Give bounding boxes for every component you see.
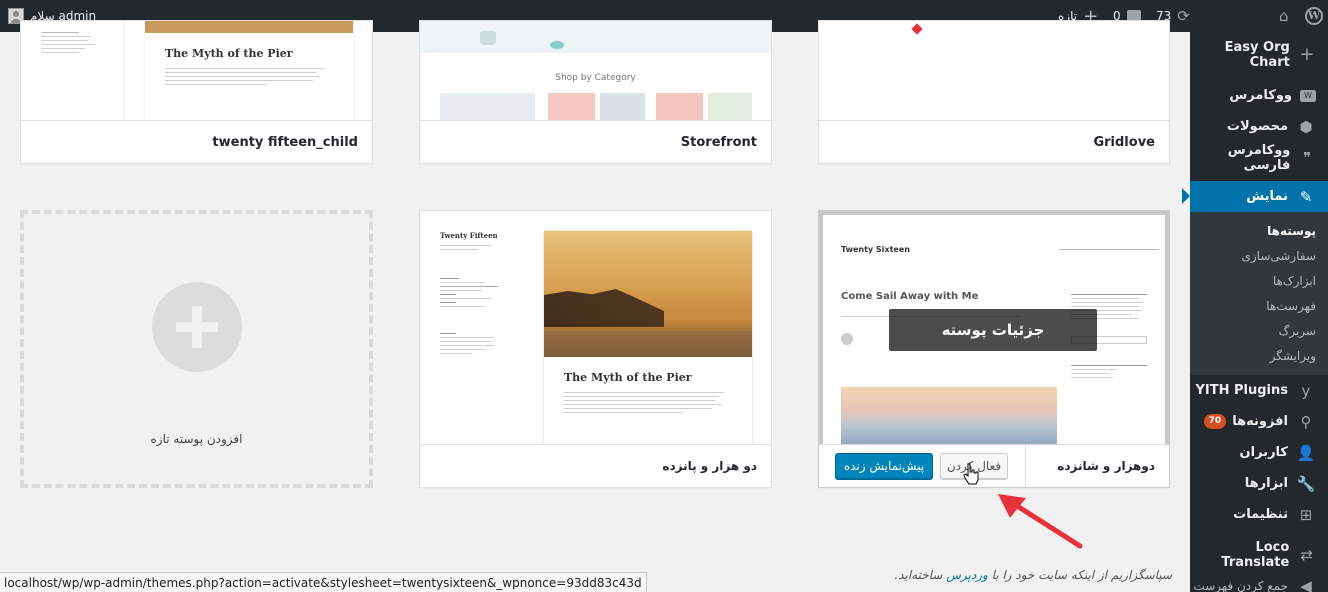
footer-prefix: سپاسگزاریم از اینکه سایت خود را با xyxy=(991,568,1172,582)
menu-easy-org-chart[interactable]: + Easy Org Chart xyxy=(1190,39,1328,70)
mini-post-title: The Myth of the Pier xyxy=(564,371,692,384)
add-new-label: افزودن پوسته تازه xyxy=(150,432,243,446)
menu-label: افزونه‌ها xyxy=(1232,414,1288,429)
woo-icon: W xyxy=(1300,89,1316,102)
home-icon: ⌂ xyxy=(1279,7,1289,25)
submenu-menus[interactable]: فهرست‌ها xyxy=(1190,293,1328,318)
admin-menu: + Easy Org Chart W ووکامرس ⬢ محصولات ❞ و… xyxy=(1182,32,1328,592)
theme-card-gridlove[interactable]: Gridlove xyxy=(818,20,1170,164)
menu-label: جمع کردن فهرست xyxy=(1193,578,1288,592)
menu-label: YITH Plugins xyxy=(1195,383,1288,398)
footer-thanks: سپاسگزاریم از اینکه سایت خود را با وردپر… xyxy=(894,568,1172,582)
menu-appearance[interactable]: ✎ نمایش xyxy=(1182,181,1328,212)
refresh-icon: ⟳ xyxy=(1177,7,1190,25)
submenu-customize[interactable]: سفارشی‌سازی xyxy=(1190,243,1328,268)
menu-woocommerce[interactable]: W ووکامرس xyxy=(1190,80,1328,111)
collapse-icon: ◀ xyxy=(1300,576,1312,592)
theme-name-bar: Storefront xyxy=(420,120,771,163)
submenu-header[interactable]: سربرگ xyxy=(1190,318,1328,343)
menu-loco-translate[interactable]: ⇄ Loco Translate xyxy=(1190,539,1328,570)
box-icon: ⬢ xyxy=(1299,117,1313,136)
settings-icon: ⊞ xyxy=(1299,505,1313,524)
sunset-image xyxy=(841,387,1057,445)
quote-icon: ❞ xyxy=(1303,148,1312,167)
user-icon: 👤 xyxy=(1296,443,1316,462)
wordpress-link[interactable]: وردپرس xyxy=(946,568,988,582)
submenu-themes[interactable]: پوسته‌ها xyxy=(1190,218,1328,243)
plugin-update-badge: 70 xyxy=(1203,414,1227,429)
menu-users[interactable]: 👤 کاربران xyxy=(1190,437,1328,468)
mini-site-title: Twenty Sixteen xyxy=(841,245,910,254)
menu-label: ابزارها xyxy=(1244,476,1288,491)
current-indicator xyxy=(1182,188,1190,204)
theme-screenshot xyxy=(819,21,1169,121)
submenu-widgets[interactable]: ابزارک‌ها xyxy=(1190,268,1328,293)
theme-name-bar: دو هزار و پانزده xyxy=(420,444,771,487)
mini-post-title: Come Sail Away with Me xyxy=(841,291,979,302)
theme-card-twenty-fifteen[interactable]: Twenty Fifteen The Myth of the Pier دو ه… xyxy=(419,210,772,488)
wrench-icon: 🔧 xyxy=(1296,474,1316,493)
live-preview-button[interactable]: پیش‌نمایش زنده xyxy=(835,453,933,479)
plugin-icon: ⚲ xyxy=(1300,412,1312,431)
appearance-submenu: پوسته‌ها سفارشی‌سازی ابزارک‌ها فهرست‌ها … xyxy=(1190,212,1328,375)
add-new-theme-card[interactable]: افزودن پوسته تازه xyxy=(20,210,373,488)
menu-products[interactable]: ⬢ محصولات xyxy=(1190,111,1328,142)
submenu-editor[interactable]: ویرایشگر xyxy=(1190,343,1328,368)
menu-collapse[interactable]: ◀ جمع کردن فهرست xyxy=(1190,570,1328,592)
browser-status-bar: localhost/wp/wp-admin/themes.php?action=… xyxy=(0,572,647,592)
pier-image xyxy=(544,231,752,357)
menu-tools[interactable]: 🔧 ابزارها xyxy=(1190,468,1328,499)
menu-label: نمایش xyxy=(1246,189,1288,204)
brush-icon: ✎ xyxy=(1299,187,1313,206)
theme-name: دو هزار و پانزده xyxy=(662,459,757,473)
theme-name-bar: دوهزار و شانزده فعال کردن پیش‌نمایش زنده xyxy=(819,444,1169,487)
theme-name-bar: twenty fifteen_child xyxy=(21,120,372,163)
add-plus-icon xyxy=(152,282,242,372)
site-home[interactable]: ⌂ xyxy=(1279,0,1289,32)
mini-site-title: Twenty Fifteen xyxy=(440,231,498,240)
menu-yith-plugins[interactable]: y YITH Plugins xyxy=(1190,375,1328,406)
menu-label: Loco Translate xyxy=(1221,539,1290,570)
theme-name: twenty fifteen_child xyxy=(212,134,358,150)
theme-screenshot: Twenty Sixteen Come Sail Away with Me جز… xyxy=(819,211,1169,445)
wp-logo[interactable]: W xyxy=(1305,0,1323,32)
theme-name-bar: Gridlove xyxy=(819,120,1169,163)
shop-by-category: Shop by Category xyxy=(555,73,636,83)
theme-name: Storefront xyxy=(680,134,757,150)
theme-card-storefront[interactable]: Shop by Category Storefront xyxy=(419,20,772,164)
status-url: localhost/wp/wp-admin/themes.php?action=… xyxy=(4,575,642,590)
theme-card-twenty-sixteen[interactable]: Twenty Sixteen Come Sail Away with Me جز… xyxy=(818,210,1170,488)
plus-icon: + xyxy=(1299,44,1315,65)
menu-label: تنظیمات xyxy=(1233,507,1288,522)
menu-plugins[interactable]: ⚲ افزونه‌ها 70 xyxy=(1190,406,1328,437)
hand-cursor-icon xyxy=(963,463,979,485)
footer-suffix: ساخته‌اید. xyxy=(894,568,943,582)
theme-details-button[interactable]: جزئیات پوسته xyxy=(889,309,1097,351)
menu-label: محصولات xyxy=(1226,119,1288,134)
wordpress-icon: W xyxy=(1305,7,1323,25)
menu-label: کاربران xyxy=(1239,445,1288,460)
theme-screenshot: Twenty Fifteen The Myth of the Pier xyxy=(420,211,771,445)
menu-label: Easy Org Chart xyxy=(1224,39,1290,70)
theme-card-twenty-fifteen-child[interactable]: The Myth of the Pier twenty fifteen_chil… xyxy=(20,20,373,164)
theme-name: Gridlove xyxy=(1093,134,1155,150)
menu-woocommerce-persian[interactable]: ❞ ووکامرس فارسی xyxy=(1190,142,1328,173)
theme-name: دوهزار و شانزده xyxy=(1057,459,1155,473)
annotation-arrow-icon xyxy=(998,494,1083,549)
menu-label: ووکامرس فارسی xyxy=(1227,142,1291,173)
yith-icon: y xyxy=(1301,381,1311,400)
mini-post-title: The Myth of the Pier xyxy=(165,47,293,60)
menu-settings[interactable]: ⊞ تنظیمات xyxy=(1190,499,1328,530)
translate-icon: ⇄ xyxy=(1300,545,1313,564)
menu-label: ووکامرس xyxy=(1229,88,1292,103)
theme-screenshot: Shop by Category xyxy=(420,21,771,121)
theme-screenshot: The Myth of the Pier xyxy=(21,21,372,121)
